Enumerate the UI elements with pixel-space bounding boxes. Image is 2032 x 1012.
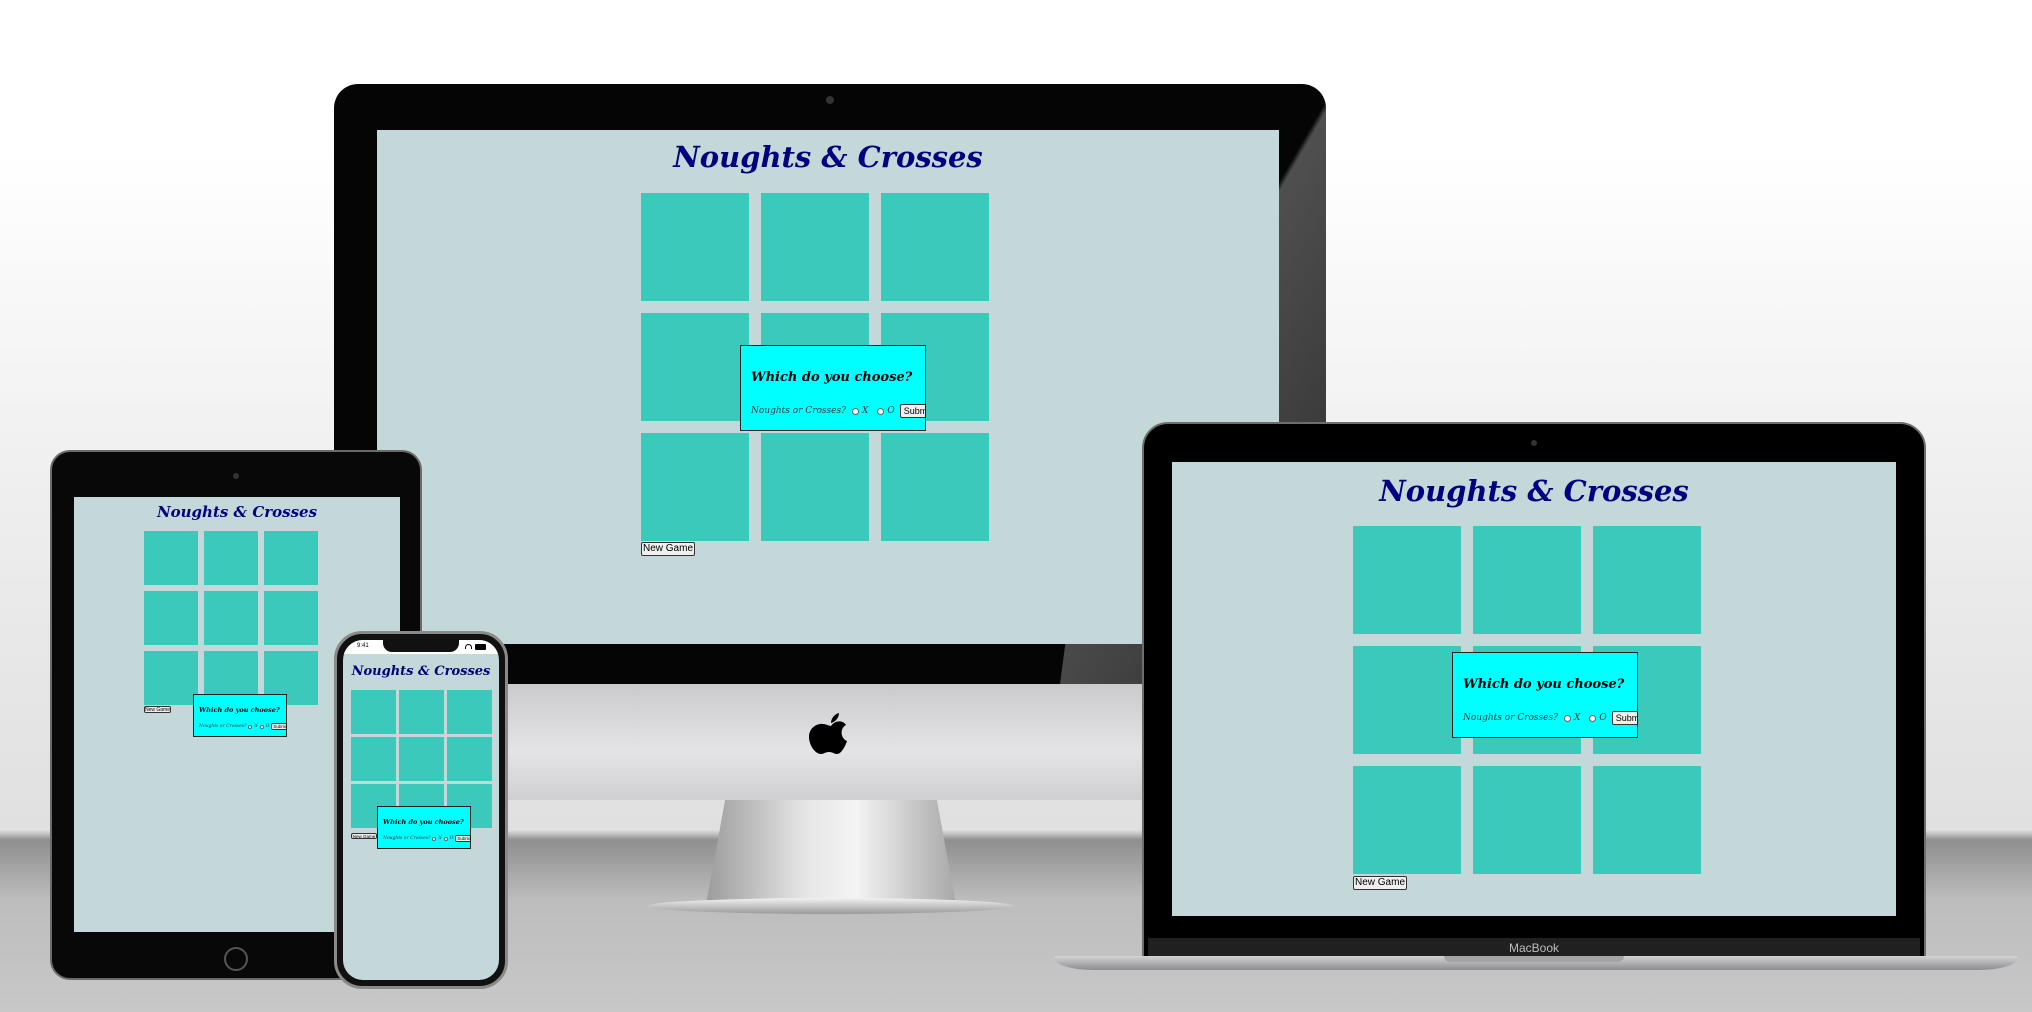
board-cell-3[interactable] xyxy=(264,531,318,585)
board-cell-2[interactable] xyxy=(761,193,869,301)
choice-modal: Which do you choose? Noughts or Crosses?… xyxy=(377,806,471,849)
phone-screen: 9:41 Noughts & Crosses New Game Which do… xyxy=(343,640,499,980)
tablet-home-button[interactable] xyxy=(224,947,248,971)
battery-icon xyxy=(475,644,486,650)
radio-o[interactable] xyxy=(1589,714,1597,722)
modal-prompt: Noughts or Crosses? xyxy=(383,836,431,841)
page-title: Noughts & Crosses xyxy=(1379,474,1689,508)
radio-o[interactable] xyxy=(443,836,448,841)
laptop-camera xyxy=(1531,440,1537,446)
modal-heading: Which do you choose? xyxy=(1463,677,1625,692)
board-cell-6[interactable] xyxy=(264,591,318,645)
modal-choice-row: Noughts or Crosses? X O Submit xyxy=(199,723,286,730)
wifi-icon xyxy=(465,644,472,649)
board-cell-1[interactable] xyxy=(144,531,198,585)
monitor-stand-neck xyxy=(706,795,956,905)
radio-x-label: X xyxy=(438,836,442,841)
board-cell-3[interactable] xyxy=(881,193,989,301)
radio-x[interactable] xyxy=(1563,714,1571,722)
radio-o[interactable] xyxy=(259,724,264,729)
tablet-camera xyxy=(233,473,239,479)
apple-logo-icon xyxy=(808,712,854,764)
radio-o-label: O xyxy=(887,406,895,416)
submit-button[interactable]: Submit xyxy=(455,835,470,842)
submit-button[interactable]: Submit xyxy=(899,404,925,418)
page-title: Noughts & Crosses xyxy=(351,664,491,679)
laptop-brand-label: MacBook xyxy=(1508,941,1560,955)
modal-choice-row: Noughts or Crosses? X O Submit xyxy=(1463,711,1637,725)
phone-time: 9:41 xyxy=(357,643,369,649)
laptop-bottom-bezel: MacBook xyxy=(1148,938,1920,958)
modal-choice-row: Noughts or Crosses? X O Submit xyxy=(751,404,925,418)
choice-modal: Which do you choose? Noughts or Crosses?… xyxy=(193,694,287,737)
board-cell-7[interactable] xyxy=(144,651,198,705)
modal-heading: Which do you choose? xyxy=(199,706,280,714)
radio-x-label: X xyxy=(1573,713,1581,723)
board-cell-3[interactable] xyxy=(447,690,492,734)
radio-x-label: X xyxy=(861,406,869,416)
board-cell-9[interactable] xyxy=(881,433,989,541)
radio-o-label: O xyxy=(449,836,454,841)
board-cell-4[interactable] xyxy=(641,313,749,421)
page-title: Noughts & Crosses xyxy=(673,140,983,174)
board-cell-2[interactable] xyxy=(1473,526,1581,634)
new-game-button[interactable]: New Game xyxy=(641,542,695,556)
board-cell-7[interactable] xyxy=(641,433,749,541)
board-cell-5[interactable] xyxy=(204,591,258,645)
board-cell-3[interactable] xyxy=(1593,526,1701,634)
radio-x-label: X xyxy=(254,724,258,729)
modal-prompt: Noughts or Crosses? xyxy=(199,724,247,729)
board-cell-1[interactable] xyxy=(641,193,749,301)
new-game-button[interactable]: New Game xyxy=(144,706,171,713)
monitor-stand-base xyxy=(648,898,1014,914)
new-game-button[interactable]: New Game xyxy=(1353,876,1407,890)
board-cell-4[interactable] xyxy=(351,737,396,781)
board-cell-2[interactable] xyxy=(204,531,258,585)
board-cell-6[interactable] xyxy=(447,737,492,781)
board-cell-4[interactable] xyxy=(144,591,198,645)
radio-x[interactable] xyxy=(851,407,859,415)
submit-button[interactable]: Submit xyxy=(271,723,286,730)
board-cell-5[interactable] xyxy=(399,737,444,781)
page-title: Noughts & Crosses xyxy=(156,503,318,521)
modal-prompt: Noughts or Crosses? xyxy=(751,406,846,416)
board-cell-2[interactable] xyxy=(399,690,444,734)
radio-x[interactable] xyxy=(432,836,437,841)
laptop-screen: Noughts & Crosses New Game Which do you … xyxy=(1172,462,1896,916)
board-cell-7[interactable] xyxy=(1353,766,1461,874)
board-cell-1[interactable] xyxy=(351,690,396,734)
radio-o-label: O xyxy=(265,724,270,729)
radio-o-label: O xyxy=(1599,713,1607,723)
laptop-notch xyxy=(1444,956,1624,962)
modal-heading: Which do you choose? xyxy=(383,818,464,826)
board-cell-4[interactable] xyxy=(1353,646,1461,754)
submit-button[interactable]: Submit xyxy=(1611,711,1637,725)
board-cell-9[interactable] xyxy=(1593,766,1701,874)
radio-o[interactable] xyxy=(877,407,885,415)
new-game-button[interactable]: New Game xyxy=(351,833,377,839)
board-cell-1[interactable] xyxy=(1353,526,1461,634)
board-cell-8[interactable] xyxy=(1473,766,1581,874)
modal-heading: Which do you choose? xyxy=(751,370,913,385)
modal-prompt: Noughts or Crosses? xyxy=(1463,713,1558,723)
phone-notch xyxy=(383,640,459,652)
choice-modal: Which do you choose? Noughts or Crosses?… xyxy=(740,345,926,431)
board-cell-8[interactable] xyxy=(761,433,869,541)
modal-choice-row: Noughts or Crosses? X O Submit xyxy=(383,835,470,842)
choice-modal: Which do you choose? Noughts or Crosses?… xyxy=(1452,652,1638,738)
monitor-camera xyxy=(826,96,834,104)
radio-x[interactable] xyxy=(248,724,253,729)
